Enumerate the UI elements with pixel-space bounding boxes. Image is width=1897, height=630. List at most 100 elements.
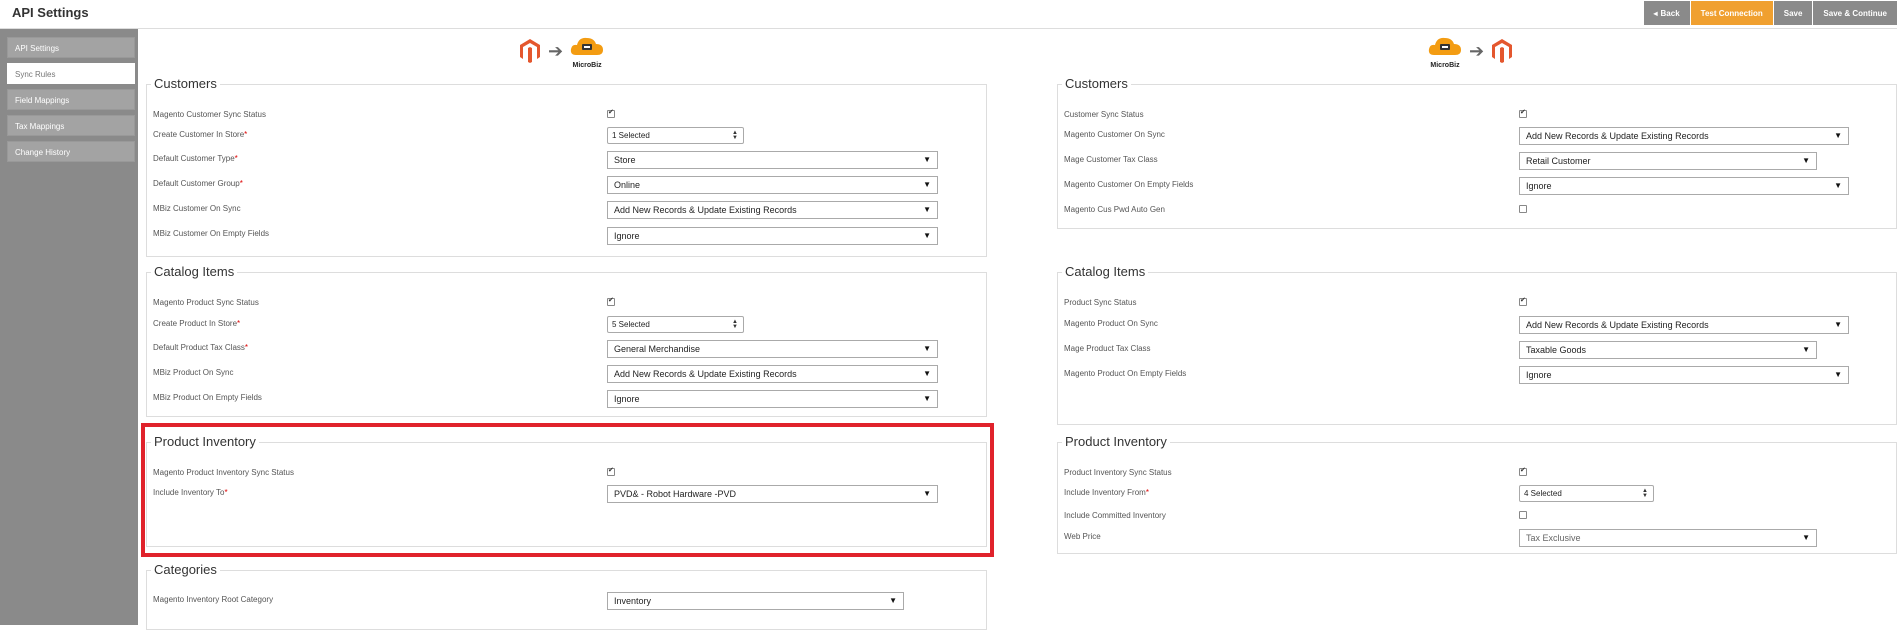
product-inventory-sync-checkbox[interactable] — [1519, 466, 1527, 476]
section-title: Catalog Items — [151, 264, 238, 279]
mage-customer-tax-class-select[interactable]: Retail Customer ▼ — [1519, 152, 1817, 170]
include-committed-inventory-checkbox[interactable] — [1519, 511, 1527, 519]
field-label: Mage Product Tax Class — [1064, 344, 1151, 353]
field-label: Product Inventory Sync Status — [1064, 468, 1172, 477]
magento-customer-on-sync-select[interactable]: Add New Records & Update Existing Record… — [1519, 127, 1849, 145]
left-categories-section: Categories Magento Inventory Root Catego… — [146, 562, 987, 630]
sidebar-item-sync-rules[interactable]: Sync Rules — [7, 63, 135, 84]
mbiz-customer-on-sync-select[interactable]: Add New Records & Update Existing Record… — [607, 201, 938, 219]
back-icon: ◂ — [1653, 8, 1658, 18]
left-catalog-section: Catalog Items Magento Product Sync Statu… — [146, 264, 987, 417]
microbiz-logo: MicroBiz — [1428, 35, 1462, 69]
mbiz-product-on-sync-select[interactable]: Add New Records & Update Existing Record… — [607, 365, 938, 383]
magento-customer-sync-checkbox[interactable] — [607, 108, 615, 118]
caret-down-icon: ▼ — [1802, 156, 1810, 165]
microbiz-logo: MicroBiz — [570, 35, 604, 69]
magento-product-on-empty-select[interactable]: Ignore ▼ — [1519, 366, 1849, 384]
field-label: Include Committed Inventory — [1064, 511, 1166, 520]
field-label: Magento Customer Sync Status — [153, 110, 266, 119]
create-product-in-store-select[interactable]: 5 Selected ▲ ▼ — [607, 316, 744, 333]
top-bar: API Settings ◂ Back Test Connection Save … — [0, 0, 1897, 29]
arrow-right-icon: ➔ — [1469, 41, 1485, 61]
field-label: Create Customer In Store* — [153, 130, 248, 139]
magento-logo-icon — [1492, 39, 1513, 63]
cloud-icon — [570, 37, 604, 55]
back-button[interactable]: ◂ Back — [1642, 1, 1690, 25]
updown-icon: ▲ ▼ — [732, 130, 738, 141]
web-price-select[interactable]: Tax Exclusive ▼ — [1519, 529, 1817, 547]
caret-down-icon: ▼ — [1834, 370, 1842, 379]
mbiz-product-on-empty-select[interactable]: Ignore ▼ — [607, 390, 938, 408]
field-label: Create Product In Store* — [153, 319, 241, 328]
caret-down-icon: ▼ — [1802, 533, 1810, 542]
create-customer-in-store-select[interactable]: 1 Selected ▲ ▼ — [607, 127, 744, 144]
arrow-right-icon: ➔ — [548, 41, 564, 61]
section-title: Product Inventory — [1062, 434, 1170, 449]
caret-down-icon: ▼ — [923, 231, 931, 240]
back-label: Back — [1660, 8, 1680, 18]
caret-down-icon: ▼ — [1802, 345, 1810, 354]
product-sync-status-checkbox[interactable] — [1519, 296, 1527, 306]
magento-to-microbiz-logos: ➔ MicroBiz — [519, 34, 604, 69]
right-inventory-section: Product Inventory Product Inventory Sync… — [1057, 434, 1897, 554]
action-bar: ◂ Back Test Connection Save Save & Contin… — [1642, 1, 1897, 25]
magento-customer-on-empty-select[interactable]: Ignore ▼ — [1519, 177, 1849, 195]
magento-logo-icon — [520, 39, 540, 63]
save-button[interactable]: Save — [1772, 1, 1813, 25]
caret-down-icon: ▼ — [923, 394, 931, 403]
field-label: MBiz Customer On Sync — [153, 204, 241, 213]
microbiz-to-magento-logos: MicroBiz ➔ — [1428, 34, 1513, 69]
default-product-tax-class-select[interactable]: General Merchandise ▼ — [607, 340, 938, 358]
updown-icon: ▲ ▼ — [732, 319, 738, 330]
sidebar-item-api-settings[interactable]: API Settings — [7, 37, 135, 58]
field-label: Magento Cus Pwd Auto Gen — [1064, 205, 1165, 214]
section-title: Customers — [1062, 76, 1131, 91]
field-label: MBiz Product On Empty Fields — [153, 393, 262, 402]
section-title: Categories — [151, 562, 220, 577]
right-customers-section: Customers Customer Sync Status Magento C… — [1057, 76, 1897, 229]
section-title: Catalog Items — [1062, 264, 1149, 279]
sidebar-item-tax-mappings[interactable]: Tax Mappings — [7, 115, 135, 136]
mbiz-customer-on-empty-select[interactable]: Ignore ▼ — [607, 227, 938, 245]
default-customer-type-select[interactable]: Store ▼ — [607, 151, 938, 169]
field-label: Magento Product Sync Status — [153, 298, 259, 307]
caret-down-icon: ▼ — [1834, 181, 1842, 190]
sidebar-item-field-mappings[interactable]: Field Mappings — [7, 89, 135, 110]
magento-product-on-sync-select[interactable]: Add New Records & Update Existing Record… — [1519, 316, 1849, 334]
field-label: Default Product Tax Class* — [153, 343, 249, 352]
field-label: Web Price — [1064, 532, 1101, 541]
mage-product-tax-class-select[interactable]: Taxable Goods ▼ — [1519, 341, 1817, 359]
field-label: Magento Customer On Sync — [1064, 130, 1165, 139]
field-label: Customer Sync Status — [1064, 110, 1144, 119]
caret-down-icon: ▼ — [1834, 131, 1842, 140]
test-connection-button[interactable]: Test Connection — [1689, 1, 1773, 25]
customer-sync-status-checkbox[interactable] — [1519, 108, 1527, 118]
highlight-box — [141, 423, 994, 557]
caret-down-icon: ▼ — [923, 369, 931, 378]
caret-down-icon: ▼ — [923, 205, 931, 214]
right-catalog-section: Catalog Items Product Sync Status Magent… — [1057, 264, 1897, 425]
sidebar: API Settings Sync Rules Field Mappings T… — [0, 29, 138, 625]
default-customer-group-select[interactable]: Online ▼ — [607, 176, 938, 194]
include-inventory-from-select[interactable]: 4 Selected ▲ ▼ — [1519, 485, 1654, 502]
field-label: Default Customer Group* — [153, 179, 243, 188]
field-label: MBiz Product On Sync — [153, 368, 234, 377]
sidebar-item-change-history[interactable]: Change History — [7, 141, 135, 162]
section-title: Customers — [151, 76, 220, 91]
inventory-root-category-select[interactable]: Inventory ▼ — [607, 592, 904, 610]
cus-pwd-auto-gen-checkbox[interactable] — [1519, 205, 1527, 213]
field-label: Magento Customer On Empty Fields — [1064, 180, 1194, 189]
caret-down-icon: ▼ — [923, 344, 931, 353]
field-label: Product Sync Status — [1064, 298, 1137, 307]
page-title: API Settings — [12, 5, 89, 20]
save-continue-button[interactable]: Save & Continue — [1812, 1, 1897, 25]
field-label: Mage Customer Tax Class — [1064, 155, 1158, 164]
caret-down-icon: ▼ — [1834, 320, 1842, 329]
field-label: Default Customer Type* — [153, 154, 238, 163]
updown-icon: ▲ ▼ — [1642, 488, 1648, 499]
field-label: Include Inventory From* — [1064, 488, 1149, 497]
left-customers-section: Customers Magento Customer Sync Status C… — [146, 76, 987, 257]
caret-down-icon: ▼ — [923, 155, 931, 164]
magento-product-sync-checkbox[interactable] — [607, 296, 615, 306]
microbiz-caption: MicroBiz — [572, 62, 602, 69]
